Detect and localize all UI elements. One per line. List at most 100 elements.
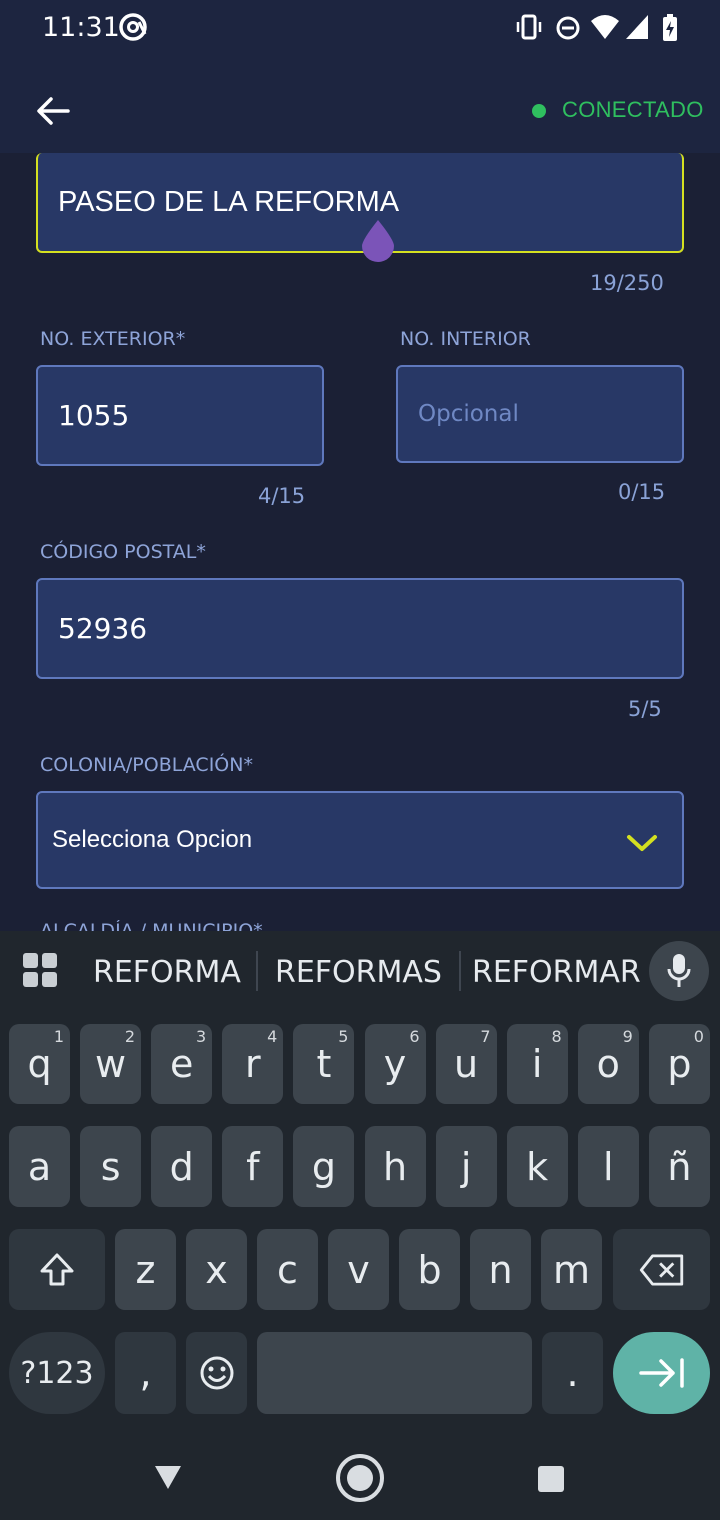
key-l[interactable]: l <box>577 1126 639 1207</box>
key-label: r <box>244 1042 261 1086</box>
key-x[interactable]: x <box>186 1229 247 1310</box>
key-label: o <box>596 1042 620 1086</box>
suggestion-1[interactable]: REFORMA <box>93 955 241 990</box>
key-hint: 6 <box>409 1027 420 1046</box>
text-cursor-handle-icon[interactable] <box>358 218 398 262</box>
symbols-key[interactable]: ?123 <box>9 1332 105 1414</box>
interior-number-input[interactable]: Opcional <box>396 365 684 463</box>
interior-placeholder: Opcional <box>418 401 519 427</box>
key-w[interactable]: w2 <box>80 1024 142 1104</box>
next-key[interactable] <box>613 1332 710 1414</box>
exterior-value: 1055 <box>58 399 130 432</box>
vibrate-icon <box>516 14 542 40</box>
key-label: p <box>667 1042 692 1086</box>
emoji-key[interactable] <box>186 1332 247 1414</box>
colonia-selected: Selecciona Opcion <box>52 826 253 853</box>
key-m[interactable]: m <box>541 1229 602 1310</box>
voice-input-button[interactable] <box>649 941 709 1001</box>
chevron-down-icon <box>627 835 657 851</box>
key-label: w <box>95 1042 127 1086</box>
key-hint: 9 <box>622 1027 633 1046</box>
key-label: y <box>383 1042 407 1086</box>
street-counter: 19/250 <box>590 271 664 295</box>
connection-status: CONECTADO <box>562 97 704 122</box>
key-e[interactable]: e3 <box>151 1024 213 1104</box>
emoji-icon <box>200 1356 233 1390</box>
key-label: u <box>454 1042 479 1086</box>
key-h[interactable]: h <box>364 1126 426 1207</box>
key-r[interactable]: r4 <box>222 1024 284 1104</box>
interior-counter: 0/15 <box>618 480 666 504</box>
recents-nav-icon[interactable] <box>537 1465 565 1493</box>
exterior-number-input[interactable]: 1055 <box>36 365 324 466</box>
key-hint: 5 <box>338 1027 349 1046</box>
key-s[interactable]: s <box>80 1126 142 1207</box>
back-nav-icon[interactable] <box>153 1463 183 1491</box>
connection-dot <box>532 104 546 118</box>
key-n[interactable]: n <box>470 1229 531 1310</box>
status-time: 11:31 <box>42 12 120 43</box>
suggestion-divider <box>256 951 258 991</box>
wifi-icon <box>591 15 619 39</box>
key-hint: 7 <box>480 1027 491 1046</box>
signal-icon <box>626 15 648 39</box>
key-k[interactable]: k <box>506 1126 568 1207</box>
key-q[interactable]: q1 <box>9 1024 70 1104</box>
colonia-label: COLONIA/POBLACIÓN* <box>40 754 253 776</box>
suggestion-divider <box>459 951 461 991</box>
at-sign-icon <box>119 13 147 41</box>
municipio-label: ALCALDÍA / MUNICIPIO* <box>40 920 263 931</box>
key-label: q <box>27 1042 52 1086</box>
backspace-key[interactable] <box>613 1229 710 1310</box>
interior-label: NO. INTERIOR <box>400 328 531 350</box>
comma-key[interactable]: , <box>115 1332 176 1414</box>
exterior-counter: 4/15 <box>258 484 306 508</box>
key-b[interactable]: b <box>399 1229 460 1310</box>
key-hint: 3 <box>196 1027 207 1046</box>
battery-charging-icon <box>663 14 677 41</box>
home-nav-icon[interactable] <box>334 1452 386 1504</box>
do-not-disturb-icon <box>556 16 580 40</box>
key-g[interactable]: g <box>293 1126 355 1207</box>
postal-code-input[interactable]: 52936 <box>36 578 684 679</box>
key-y[interactable]: y6 <box>364 1024 426 1104</box>
arrow-left-icon[interactable] <box>34 92 72 130</box>
key-c[interactable]: c <box>257 1229 318 1310</box>
suggestion-2[interactable]: REFORMAS <box>275 955 442 990</box>
key-f[interactable]: f <box>222 1126 284 1207</box>
key-hint: 1 <box>53 1027 64 1046</box>
key-p[interactable]: p0 <box>648 1024 710 1104</box>
shift-icon <box>40 1253 74 1285</box>
key-hint: 8 <box>551 1027 562 1046</box>
key-d[interactable]: d <box>151 1126 213 1207</box>
key-t[interactable]: t5 <box>293 1024 355 1104</box>
period-key[interactable]: . <box>542 1332 603 1414</box>
key-label: i <box>531 1042 543 1086</box>
space-key[interactable] <box>257 1332 532 1414</box>
key-hint: 0 <box>693 1027 704 1046</box>
key-hint: 4 <box>267 1027 278 1046</box>
key-a[interactable]: a <box>9 1126 70 1207</box>
microphone-icon <box>667 954 691 987</box>
postal-counter: 5/5 <box>628 697 662 721</box>
key-v[interactable]: v <box>328 1229 389 1310</box>
exterior-label: NO. EXTERIOR* <box>40 328 186 350</box>
key-u[interactable]: u7 <box>435 1024 497 1104</box>
colonia-select[interactable]: Selecciona Opcion <box>36 791 684 889</box>
tab-arrow-icon <box>639 1358 684 1388</box>
key-hint: 2 <box>124 1027 136 1046</box>
apps-grid-icon[interactable] <box>22 952 58 988</box>
shift-key[interactable] <box>9 1229 105 1310</box>
key-z[interactable]: z <box>115 1229 176 1310</box>
postal-value: 52936 <box>58 612 148 645</box>
key-ñ[interactable]: ñ <box>648 1126 710 1207</box>
key-label: e <box>169 1042 194 1086</box>
key-o[interactable]: o9 <box>577 1024 639 1104</box>
key-i[interactable]: i8 <box>506 1024 568 1104</box>
street-value: PASEO DE LA REFORMA <box>58 185 400 218</box>
backspace-icon <box>639 1253 683 1286</box>
key-j[interactable]: j <box>435 1126 497 1207</box>
suggestion-3[interactable]: REFORMAR <box>472 955 641 990</box>
postal-label: CÓDIGO POSTAL* <box>40 541 206 563</box>
key-label: t <box>316 1042 332 1086</box>
